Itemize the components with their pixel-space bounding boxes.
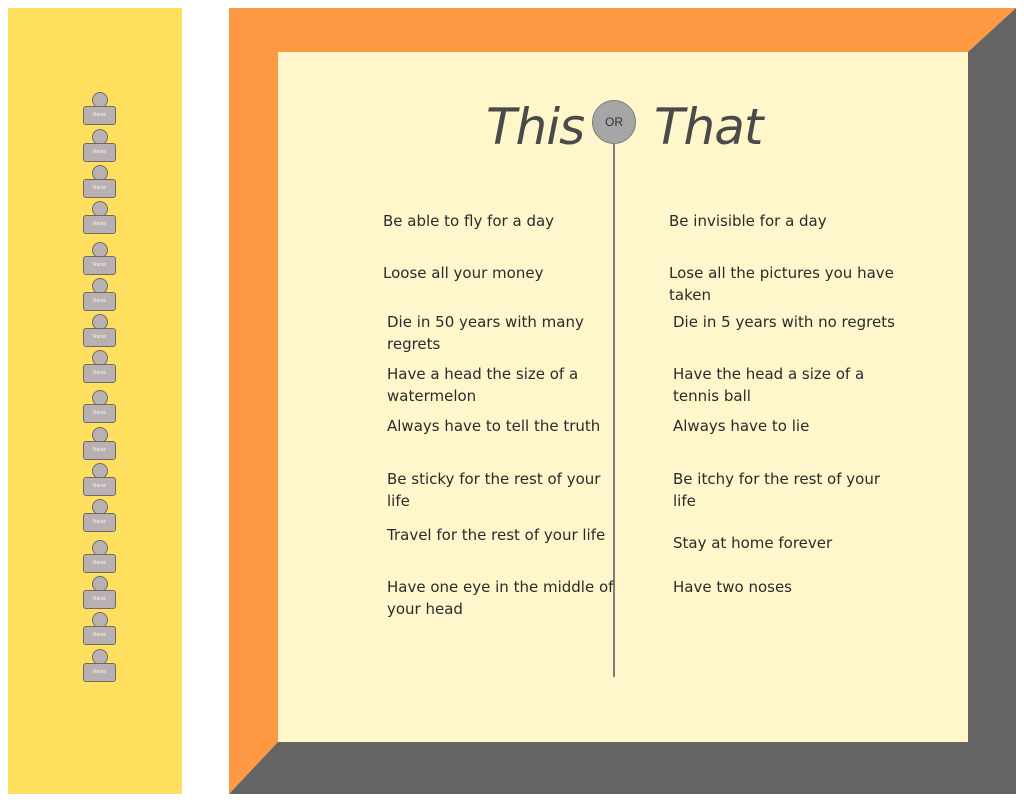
option-this: Be able to fly for a day xyxy=(383,212,555,230)
participant-name: Name xyxy=(83,554,116,573)
option-this: Travel for the rest of your life xyxy=(387,526,606,544)
participant-avatar[interactable]: Name xyxy=(83,499,117,532)
participant-avatar[interactable]: Name xyxy=(83,390,117,423)
option-this: Loose all your money xyxy=(383,264,544,282)
option-that: Have two noses xyxy=(673,578,792,596)
option-that: Always have to lie xyxy=(673,417,810,435)
participant-name: Name xyxy=(83,143,116,162)
option-that: Have the head a size of a tennis ball xyxy=(673,365,865,405)
participant-name: Name xyxy=(83,215,116,234)
participant-name: Name xyxy=(83,106,116,125)
participant-avatar[interactable]: Name xyxy=(83,165,117,198)
participant-name: Name xyxy=(83,626,116,645)
participant-name: Name xyxy=(83,256,116,275)
option-this: Have one eye in the middle of your head xyxy=(387,578,614,618)
participant-name: Name xyxy=(83,513,116,532)
participant-avatar[interactable]: Name xyxy=(83,278,117,311)
participant-name: Name xyxy=(83,404,116,423)
participant-name: Name xyxy=(83,441,116,460)
participant-name: Name xyxy=(83,292,116,311)
participant-avatar[interactable]: Name xyxy=(83,129,117,162)
participant-avatar[interactable]: Name xyxy=(83,350,117,383)
participant-avatar[interactable]: Name xyxy=(83,576,117,609)
option-that: Lose all the pictures you have taken xyxy=(669,264,894,304)
participant-avatar[interactable]: Name xyxy=(83,242,117,275)
participant-avatar[interactable]: Name xyxy=(83,612,117,645)
participant-name: Name xyxy=(83,328,116,347)
option-that: Stay at home forever xyxy=(673,534,833,552)
participant-avatar[interactable]: Name xyxy=(83,92,117,125)
participant-avatar[interactable]: Name xyxy=(83,540,117,573)
participant-avatar[interactable]: Name xyxy=(83,649,117,682)
participant-avatar[interactable]: Name xyxy=(83,463,117,496)
option-this: Be sticky for the rest of your life xyxy=(387,470,601,510)
participant-name: Name xyxy=(83,477,116,496)
participant-name: Name xyxy=(83,590,116,609)
participant-name: Name xyxy=(83,663,116,682)
or-badge: OR xyxy=(592,100,636,144)
option-that: Be invisible for a day xyxy=(669,212,827,230)
participant-name: Name xyxy=(83,364,116,383)
participant-avatar[interactable]: Name xyxy=(83,427,117,460)
option-this: Have a head the size of a watermelon xyxy=(387,365,579,405)
option-this: Die in 50 years with many regrets xyxy=(387,313,584,353)
participant-avatar[interactable]: Name xyxy=(83,201,117,234)
participant-avatar[interactable]: Name xyxy=(83,314,117,347)
participant-name: Name xyxy=(83,179,116,198)
title-this: This xyxy=(486,98,585,156)
option-this: Always have to tell the truth xyxy=(387,417,601,435)
option-that: Be itchy for the rest of your life xyxy=(673,470,880,510)
title-that: That xyxy=(654,98,763,156)
option-that: Die in 5 years with no regrets xyxy=(673,313,895,331)
